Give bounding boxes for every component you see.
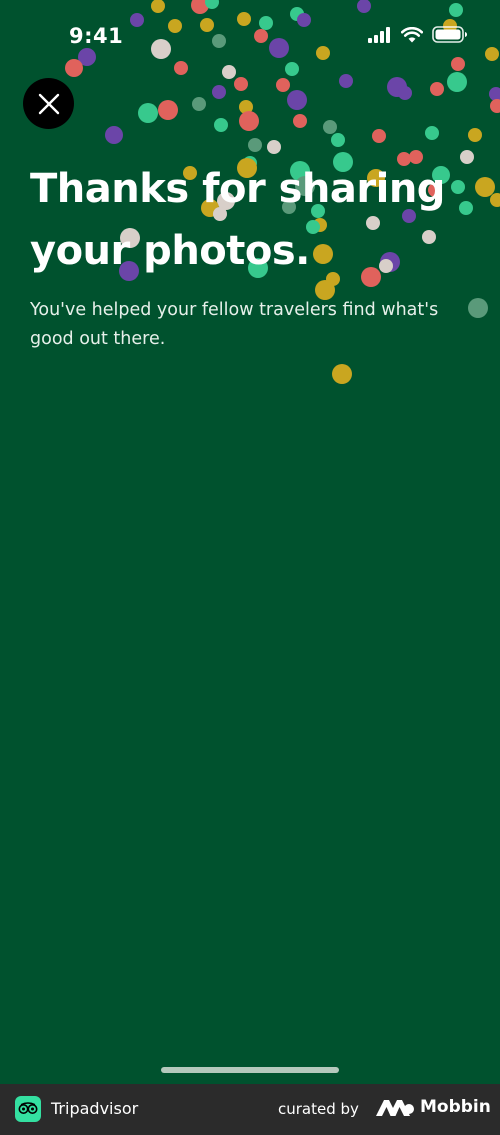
curated-by-label: curated by <box>278 1100 359 1118</box>
wifi-icon <box>401 26 423 42</box>
status-time: 9:41 <box>69 24 124 48</box>
mobbin-logo-icon <box>376 1100 414 1116</box>
page-subtitle: You've helped your fellow travelers find… <box>30 296 470 353</box>
status-icons <box>368 26 468 43</box>
close-button[interactable] <box>23 78 74 129</box>
home-indicator[interactable] <box>161 1067 339 1073</box>
status-bar: 9:41 <box>0 0 500 70</box>
app-name: Tripadvisor <box>51 1099 139 1118</box>
title-line-1: Thanks for sharing <box>30 166 445 212</box>
tripadvisor-logo-icon <box>15 1096 41 1122</box>
cellular-signal-icon <box>368 26 390 43</box>
close-icon <box>38 93 59 114</box>
battery-icon <box>432 26 467 43</box>
brand-name: Mobbin <box>420 1097 491 1117</box>
title-line-2: your photos. <box>30 228 310 274</box>
subtitle-line-1: You've helped your fellow travelers find… <box>30 300 439 320</box>
attribution-footer: Tripadvisor curated by Mobbin <box>0 1084 500 1135</box>
subtitle-line-2: good out there. <box>30 328 166 349</box>
page-title: Thanks for sharing your photos. <box>30 158 480 282</box>
screen: 9:41 Thanks for sharing your photos. You… <box>0 0 500 1084</box>
